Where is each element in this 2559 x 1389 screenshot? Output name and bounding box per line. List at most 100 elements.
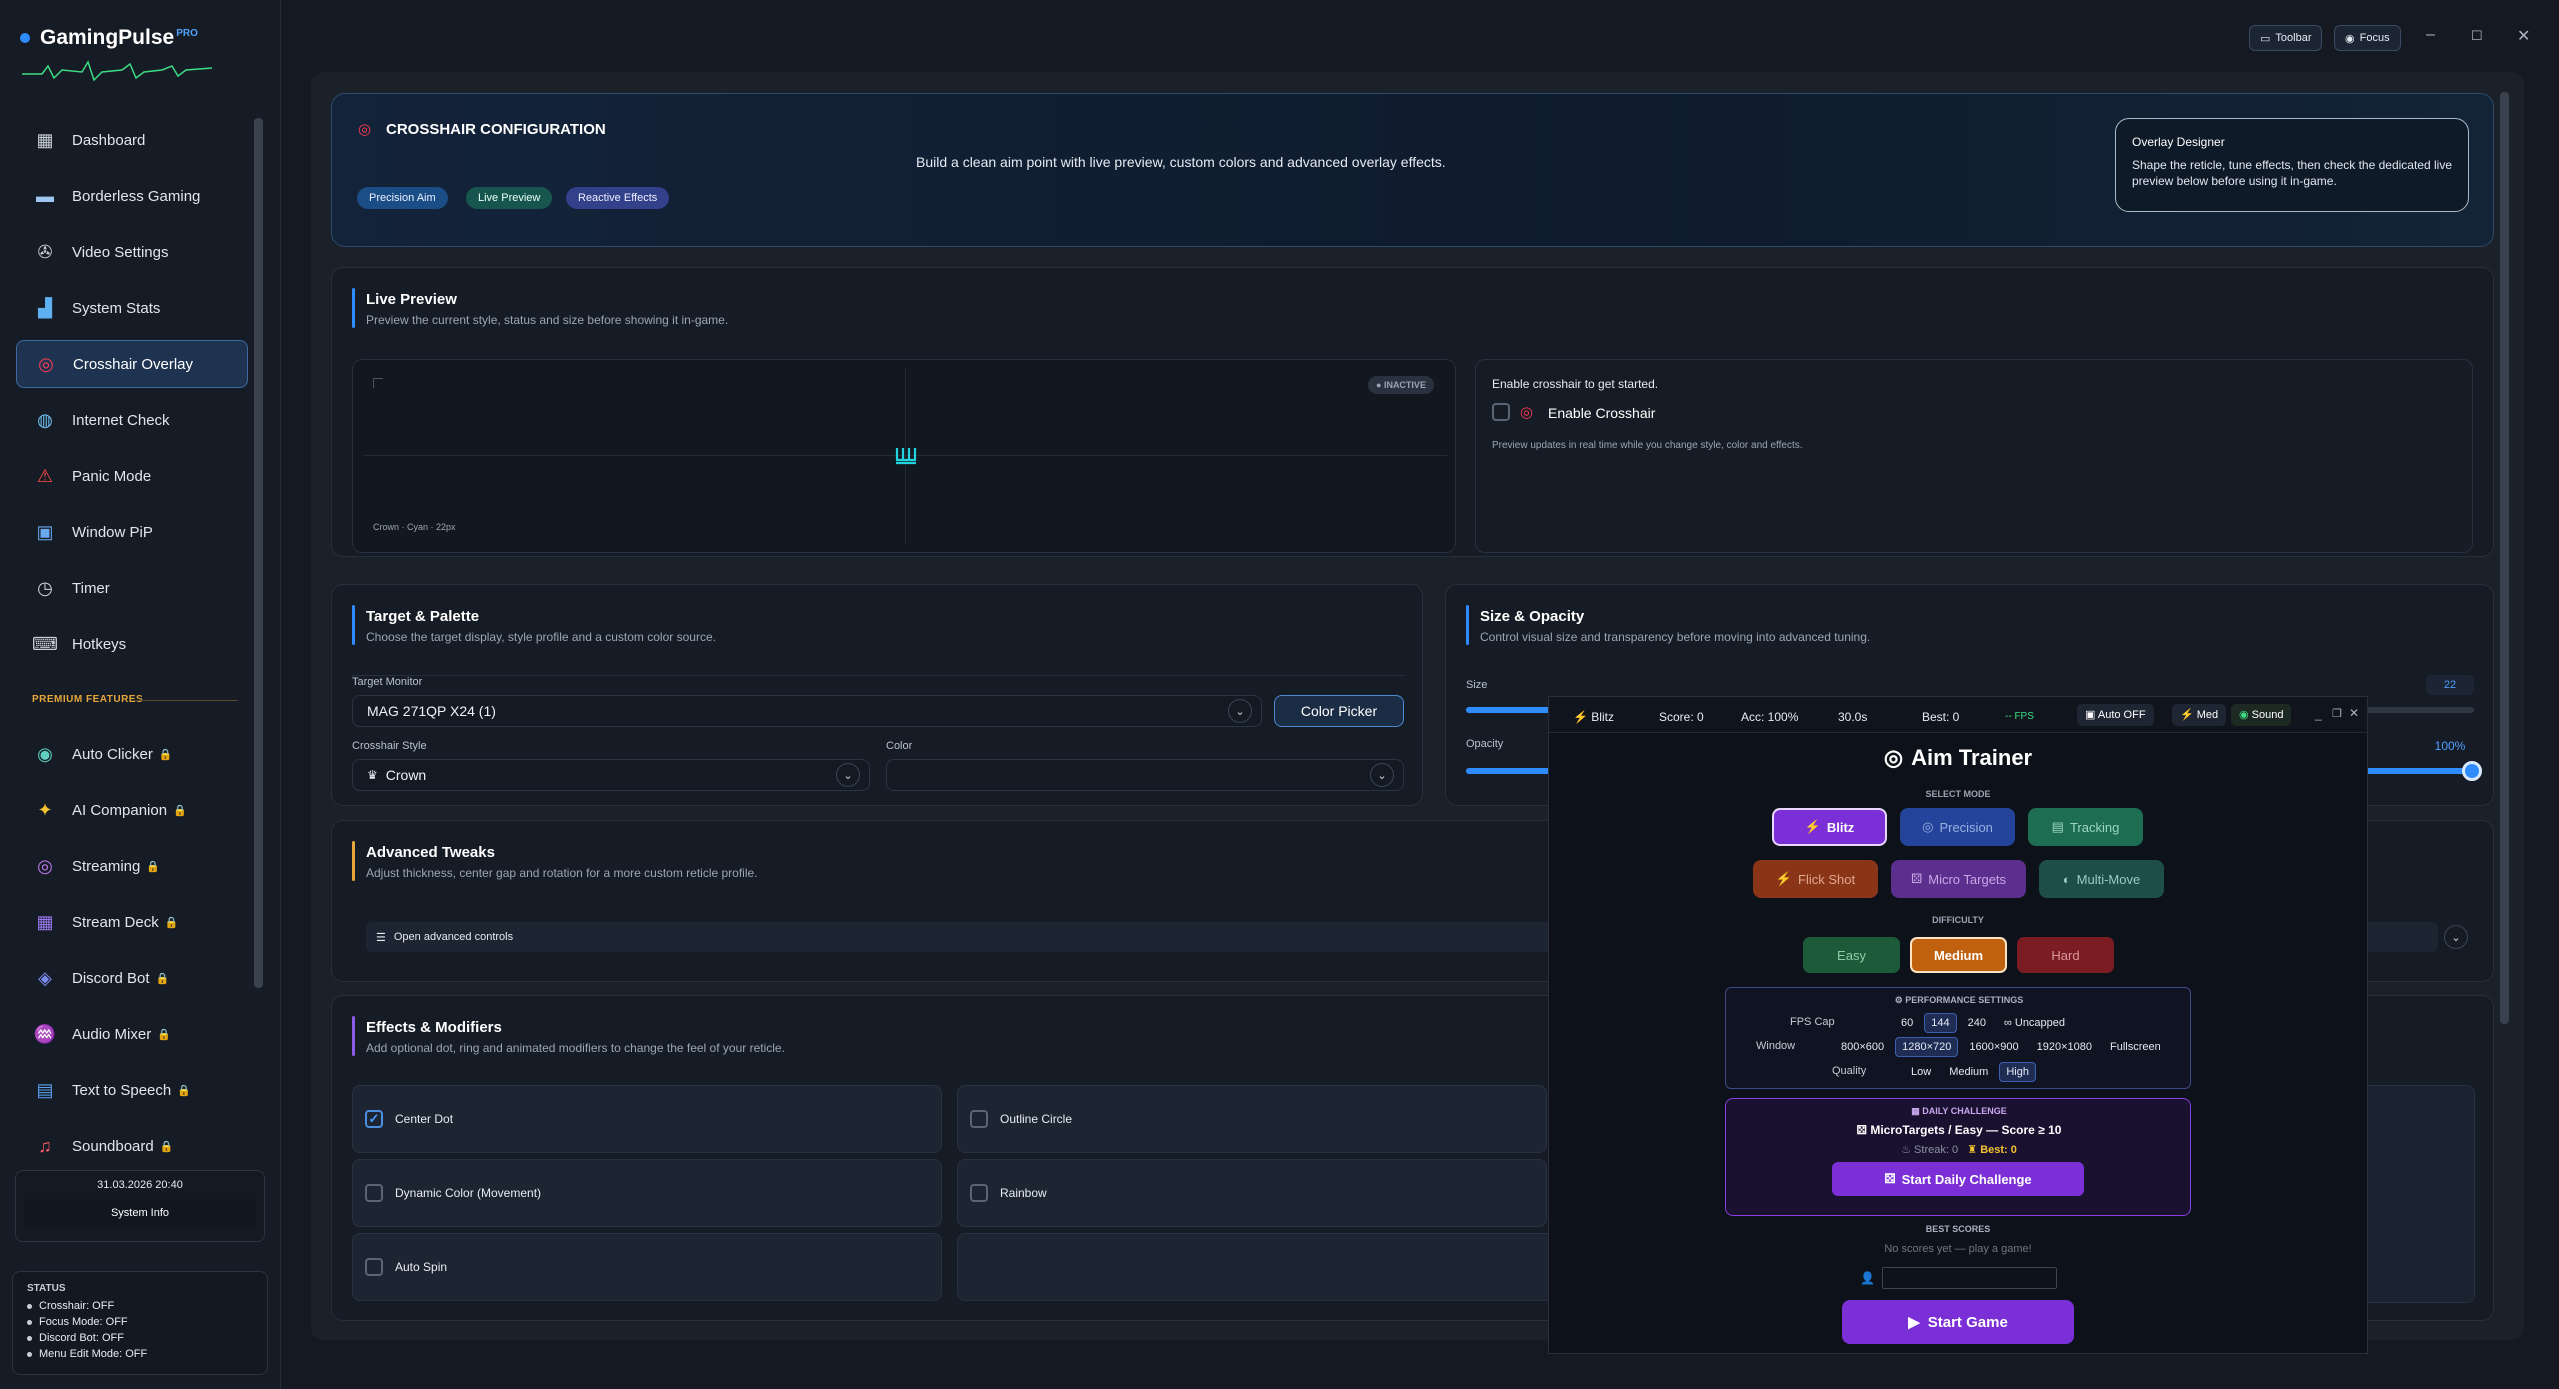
page-subtitle: Build a clean aim point with live previe… xyxy=(916,154,1446,170)
player-name-input[interactable] xyxy=(1882,1267,2057,1289)
status-dot-icon xyxy=(27,1303,32,1309)
system-info-button[interactable]: System Info xyxy=(24,1199,256,1227)
window-options: 800×600 1280×720 1600×900 1920×1080 Full… xyxy=(1834,1037,2168,1057)
target-monitor-select[interactable]: MAG 271QP X24 (1) xyxy=(352,695,1262,727)
divider xyxy=(132,700,238,701)
sidebar-item-panic-mode[interactable]: ⚠ Panic Mode xyxy=(16,452,248,500)
focus-button[interactable]: ◉ Focus xyxy=(2334,25,2401,51)
effect-rainbow[interactable]: Rainbow xyxy=(957,1159,1547,1227)
chevron-down-icon[interactable]: ⌄ xyxy=(1228,699,1252,723)
start-daily-challenge-button[interactable]: ⚄ Start Daily Challenge xyxy=(1832,1162,2084,1196)
checkbox[interactable] xyxy=(365,1258,383,1276)
window-1280-option[interactable]: 1280×720 xyxy=(1895,1037,1959,1057)
enable-crosshair-label[interactable]: Enable Crosshair xyxy=(1548,405,1655,421)
sidebar-item-internet-check[interactable]: ◍ Internet Check xyxy=(16,396,248,444)
fps-144-option[interactable]: 144 xyxy=(1924,1013,1957,1033)
effect-outline-circle[interactable]: Outline Circle xyxy=(957,1085,1547,1153)
chevron-down-icon[interactable]: ⌄ xyxy=(836,763,860,787)
checkbox[interactable] xyxy=(365,1184,383,1202)
close-icon[interactable]: ✕ xyxy=(2517,26,2530,46)
sidebar-item-ai-companion[interactable]: ✦ AI Companion 🔒 xyxy=(16,786,248,834)
aim-close-icon[interactable]: ✕ xyxy=(2349,706,2359,720)
status-line: Menu Edit Mode: OFF xyxy=(27,1346,267,1362)
lock-icon: 🔒 xyxy=(157,1028,171,1041)
tag-live-preview: Live Preview xyxy=(466,187,553,209)
window-1920-option[interactable]: 1920×1080 xyxy=(2030,1037,2099,1057)
window-fullscreen-option[interactable]: Fullscreen xyxy=(2103,1037,2168,1057)
effect-center-dot[interactable]: ✓ Center Dot xyxy=(352,1085,942,1153)
sidebar-item-stream-deck[interactable]: ▦ Stream Deck 🔒 xyxy=(16,898,248,946)
checkbox[interactable] xyxy=(970,1184,988,1202)
toolbar-button[interactable]: ▭ Toolbar xyxy=(2249,25,2323,51)
effect-auto-spin[interactable]: Auto Spin xyxy=(352,1233,942,1301)
sidebar-scrollbar[interactable] xyxy=(254,118,263,988)
enable-crosshair-checkbox[interactable] xyxy=(1492,403,1510,421)
sidebar-item-soundboard[interactable]: ♫ Soundboard 🔒 xyxy=(16,1122,248,1170)
sidebar-item-text-to-speech[interactable]: ▤ Text to Speech 🔒 xyxy=(16,1066,248,1114)
size-value[interactable]: 22 xyxy=(2426,675,2474,695)
sidebar-item-label: Window PiP xyxy=(72,523,153,541)
sound-toggle-button[interactable]: ◉ Sound xyxy=(2231,704,2292,726)
difficulty-hard-button[interactable]: Hard xyxy=(2017,937,2114,973)
fps-60-option[interactable]: 60 xyxy=(1894,1013,1920,1033)
chevron-down-icon[interactable]: ⌄ xyxy=(1370,763,1394,787)
aim-minimize-icon[interactable]: _ xyxy=(2315,707,2322,721)
quality-high-option[interactable]: High xyxy=(1999,1062,2036,1082)
mode-multi-move-button[interactable]: ◐ Multi-Move xyxy=(2039,860,2164,898)
sidebar-item-hotkeys[interactable]: ⌨ Hotkeys xyxy=(16,620,248,668)
sidebar-item-dashboard[interactable]: ▦ Dashboard xyxy=(16,116,248,164)
difficulty-easy-button[interactable]: Easy xyxy=(1803,937,1900,973)
quality-low-option[interactable]: Low xyxy=(1904,1062,1938,1082)
mode-tracking-button[interactable]: ▤ Tracking xyxy=(2028,808,2143,846)
mode-precision-button[interactable]: ◎ Precision xyxy=(1900,808,2015,846)
opacity-value[interactable]: 100% xyxy=(2426,736,2474,756)
quality-label: Quality xyxy=(1832,1065,1867,1077)
chevron-down-icon[interactable]: ⌄ xyxy=(2444,925,2468,949)
sidebar-item-audio-mixer[interactable]: ♒ Audio Mixer 🔒 xyxy=(16,1010,248,1058)
difficulty-medium-button[interactable]: Medium xyxy=(1910,937,2007,973)
maximize-icon[interactable]: ☐ xyxy=(2471,28,2483,44)
checkbox[interactable] xyxy=(970,1110,988,1128)
effects-title: Effects & Modifiers xyxy=(366,1019,502,1036)
crosshair-style-select[interactable]: ♛ Crown xyxy=(352,759,870,791)
effect-label: Center Dot xyxy=(395,1112,454,1126)
sidebar: GamingPulse PRO ▦ Dashboard ▬ Borderless Gam… xyxy=(0,0,281,1389)
app-logo: GamingPulse PRO xyxy=(40,26,198,49)
sidebar-item-video-settings[interactable]: ✇ Video Settings xyxy=(16,228,248,276)
opacity-slider-thumb[interactable] xyxy=(2462,761,2482,781)
fps-240-option[interactable]: 240 xyxy=(1961,1013,1993,1033)
color-select[interactable] xyxy=(886,759,1404,791)
sidebar-item-borderless-gaming[interactable]: ▬ Borderless Gaming xyxy=(16,172,248,220)
window-800-option[interactable]: 800×600 xyxy=(1834,1037,1891,1057)
sidebar-item-crosshair-overlay[interactable]: ◎ Crosshair Overlay xyxy=(16,340,248,388)
quality-medium-option[interactable]: Medium xyxy=(1942,1062,1995,1082)
daily-stats: ♨ Streak: 0 ♜ Best: 0 xyxy=(1901,1144,2017,1156)
minimize-icon[interactable]: – xyxy=(2426,26,2435,44)
mode-blitz-button[interactable]: ⚡ Blitz xyxy=(1772,808,1887,846)
start-game-button[interactable]: ▶ Start Game xyxy=(1842,1300,2074,1344)
flame-icon: ♨ xyxy=(1901,1144,1911,1156)
logo-dot xyxy=(20,33,30,43)
sidebar-item-timer[interactable]: ◷ Timer xyxy=(16,564,248,612)
sidebar-item-discord-bot[interactable]: ◈ Discord Bot 🔒 xyxy=(16,954,248,1002)
effect-dynamic-color-movement[interactable]: Dynamic Color (Movement) xyxy=(352,1159,942,1227)
checkbox[interactable]: ✓ xyxy=(365,1110,383,1128)
target-palette-subtitle: Choose the target display, style profile… xyxy=(366,630,716,644)
sidebar-item-window-pip[interactable]: ▣ Window PiP xyxy=(16,508,248,556)
infinity-icon: ∞ xyxy=(2003,1017,2012,1029)
quality-toggle-button[interactable]: ⚡ Med xyxy=(2172,704,2227,726)
sidebar-item-streaming[interactable]: ◎ Streaming 🔒 xyxy=(16,842,248,890)
sidebar-item-auto-clicker[interactable]: ◉ Auto Clicker 🔒 xyxy=(16,730,248,778)
sidebar-item-system-stats[interactable]: ▟ System Stats xyxy=(16,284,248,332)
mode-micro-targets-button[interactable]: ⚄ Micro Targets xyxy=(1891,860,2026,898)
color-picker-button[interactable]: Color Picker xyxy=(1274,695,1404,727)
sliders-icon: ☰ xyxy=(376,931,386,944)
preview-canvas: ● INACTIVE Crown · Cyan · 22px xyxy=(352,359,1456,553)
mode-flick-shot-button[interactable]: ⚡ Flick Shot xyxy=(1753,860,1878,898)
overlay-designer-box: Overlay Designer Shape the reticle, tune… xyxy=(2115,118,2469,212)
aim-restore-icon[interactable]: ❐ xyxy=(2332,707,2342,720)
window-1600-option[interactable]: 1600×900 xyxy=(1962,1037,2025,1057)
main-scrollbar[interactable] xyxy=(2500,92,2509,1024)
fps-uncapped-option[interactable]: ∞ Uncapped xyxy=(1997,1013,2072,1033)
auto-toggle-button[interactable]: ▣ Auto OFF xyxy=(2077,704,2154,726)
